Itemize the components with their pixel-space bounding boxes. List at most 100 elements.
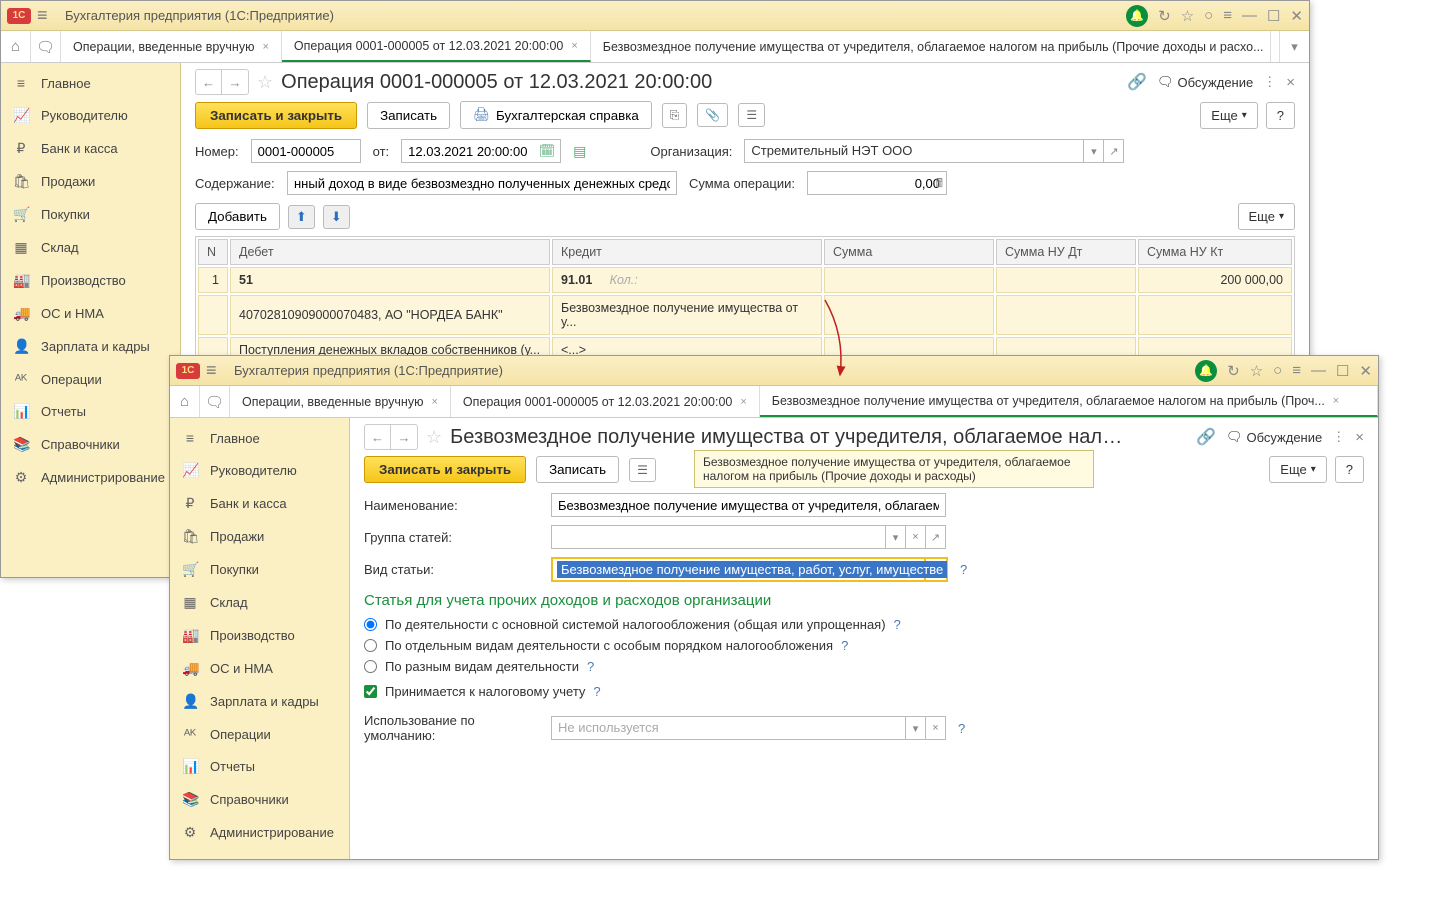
sidebar-item[interactable]: 📊Отчеты — [1, 395, 180, 428]
sidebar-item[interactable]: 📈Руководителю — [170, 454, 349, 487]
sidebar-item[interactable]: ≡Главное — [1, 67, 180, 99]
calc-icon[interactable]: 🖩 — [936, 174, 943, 195]
circle-icon[interactable]: ○ — [1204, 7, 1213, 24]
help-icon[interactable]: ? — [587, 659, 594, 674]
minimize-icon[interactable] — [1242, 7, 1257, 24]
sidebar-item[interactable]: 🛒Покупки — [1, 198, 180, 231]
menu-icon[interactable] — [37, 5, 55, 26]
list-button[interactable]: ☰ — [738, 103, 765, 127]
tab-income-item[interactable]: Безвозмездное получение имущества от учр… — [591, 31, 1271, 62]
save-close-button[interactable]: Записать и закрыть — [364, 456, 526, 483]
save-button[interactable]: Записать — [367, 102, 450, 129]
help-icon[interactable]: ? — [593, 684, 600, 699]
sidebar-item[interactable]: 🏭Производство — [1, 264, 180, 297]
date-ok-icon[interactable]: ▤ — [573, 143, 586, 160]
col-sum[interactable]: Сумма — [824, 239, 994, 265]
number-input[interactable] — [251, 139, 361, 163]
minimize-icon[interactable] — [1311, 362, 1326, 379]
col-n[interactable]: N — [198, 239, 228, 265]
move-up-button[interactable]: ⬆ — [288, 205, 315, 229]
sidebar-item[interactable]: ⚙Администрирование — [170, 816, 349, 849]
tab-close-icon[interactable]: × — [431, 396, 437, 408]
circle-icon[interactable]: ○ — [1273, 362, 1282, 379]
bell-icon[interactable] — [1126, 5, 1148, 27]
help-icon[interactable]: ? — [841, 638, 848, 653]
attach-button[interactable]: 📎 — [697, 103, 728, 127]
tab-operation-detail[interactable]: Операция 0001-000005 от 12.03.2021 20:00… — [282, 31, 591, 62]
bell-icon[interactable] — [1195, 360, 1217, 382]
dropdown-icon[interactable]: ▾ — [906, 716, 926, 740]
table-row[interactable]: 40702810909000070483, АО "НОРДЕА БАНК" Б… — [198, 295, 1292, 335]
move-down-button[interactable]: ⬇ — [323, 205, 350, 229]
back-button[interactable]: ← — [196, 70, 222, 94]
content-input[interactable] — [287, 171, 677, 195]
clear-icon[interactable]: × — [926, 716, 946, 740]
sidebar-item[interactable]: ᴬᴷОперации — [1, 363, 180, 395]
forward-button[interactable]: → — [222, 70, 248, 94]
sidebar-item[interactable]: 🚚ОС и НМА — [170, 652, 349, 685]
sidebar-item[interactable]: ₽Банк и касса — [170, 487, 349, 520]
radio-input[interactable] — [364, 660, 377, 673]
open-icon[interactable]: ↗ — [1104, 139, 1124, 163]
col-credit[interactable]: Кредит — [552, 239, 822, 265]
tab-operations[interactable]: Операции, введенные вручную× — [61, 31, 282, 62]
history-icon[interactable]: ↻ — [1227, 362, 1240, 380]
save-button[interactable]: Записать — [536, 456, 619, 483]
org-input[interactable]: Стремительный НЭТ ООО — [744, 139, 1084, 163]
sidebar-item[interactable]: 📊Отчеты — [170, 750, 349, 783]
history-icon[interactable]: ↻ — [1158, 7, 1171, 25]
more-menu-icon[interactable]: ⋮ — [1332, 429, 1345, 445]
close-icon[interactable] — [1290, 7, 1303, 25]
sidebar-item[interactable]: ₽Банк и касса — [1, 132, 180, 165]
kind-input[interactable]: Безвозмездное получение имущества, работ… — [551, 557, 926, 582]
help-button[interactable]: ? — [1335, 456, 1364, 483]
copy-icon-button[interactable]: ⎘ — [662, 103, 688, 128]
collapse-icon[interactable]: ▾ — [1279, 31, 1309, 62]
home-button[interactable]: ⌂ — [1, 31, 31, 62]
back-button[interactable]: ← — [365, 425, 391, 449]
list-button[interactable]: ☰ — [629, 458, 656, 482]
close-page-icon[interactable]: × — [1355, 429, 1364, 446]
col-nukt[interactable]: Сумма НУ Кт — [1138, 239, 1292, 265]
help-icon[interactable]: ? — [894, 617, 901, 632]
sidebar-item[interactable]: ⚙Администрирование — [1, 461, 180, 494]
sidebar-item[interactable]: ▦Склад — [170, 586, 349, 619]
help-icon[interactable]: ? — [958, 721, 965, 736]
sidebar-item[interactable]: 🛒Покупки — [170, 553, 349, 586]
radio-main-tax[interactable]: По деятельности с основной системой нало… — [364, 617, 1364, 632]
default-use-input[interactable]: Не используется — [551, 716, 906, 740]
tab-operations[interactable]: Операции, введенные вручную× — [230, 386, 451, 417]
checkbox-input[interactable] — [364, 685, 377, 698]
tab-close-icon[interactable]: × — [571, 40, 577, 52]
date-input[interactable] — [401, 139, 561, 163]
star-icon[interactable]: ☆ — [1250, 362, 1263, 380]
clear-icon[interactable]: × — [906, 525, 926, 549]
radio-special-tax[interactable]: По отдельным видам деятельности с особым… — [364, 638, 1364, 653]
col-nudt[interactable]: Сумма НУ Дт — [996, 239, 1136, 265]
sidebar-item[interactable]: ᴬᴷОперации — [170, 718, 349, 750]
tab-operation-detail[interactable]: Операция 0001-000005 от 12.03.2021 20:00… — [451, 386, 760, 417]
discuss-button[interactable]: 🗨 Обсуждение — [1157, 74, 1253, 90]
sidebar-item[interactable]: 🏭Производство — [170, 619, 349, 652]
discuss-button[interactable]: 🗨 Обсуждение — [1226, 429, 1322, 445]
favorite-icon[interactable]: ☆ — [257, 72, 273, 93]
tab-income-item[interactable]: Безвозмездное получение имущества от учр… — [760, 386, 1378, 417]
table-more-button[interactable]: Еще ▾ — [1238, 203, 1295, 230]
sidebar-item[interactable]: ▦Склад — [1, 231, 180, 264]
help-icon[interactable]: ? — [960, 562, 967, 577]
print-button[interactable]: Бухгалтерская справка — [460, 101, 652, 129]
favorite-icon[interactable]: ☆ — [426, 427, 442, 448]
tab-close-icon[interactable]: × — [262, 41, 268, 53]
tab-close-icon[interactable]: × — [1333, 395, 1339, 407]
close-icon[interactable] — [1359, 362, 1372, 380]
calendar-icon[interactable]: 🗓 — [539, 143, 556, 159]
col-debit[interactable]: Дебет — [230, 239, 550, 265]
dropdown-icon[interactable]: ▾ — [886, 525, 906, 549]
sidebar-item[interactable]: 👤Зарплата и кадры — [1, 330, 180, 363]
open-icon[interactable]: ↗ — [926, 525, 946, 549]
radio-input[interactable] — [364, 639, 377, 652]
close-page-icon[interactable]: × — [1286, 74, 1295, 91]
more-menu-icon[interactable]: ⋮ — [1263, 74, 1276, 90]
star-icon[interactable]: ☆ — [1181, 7, 1194, 25]
maximize-icon[interactable] — [1267, 7, 1280, 25]
